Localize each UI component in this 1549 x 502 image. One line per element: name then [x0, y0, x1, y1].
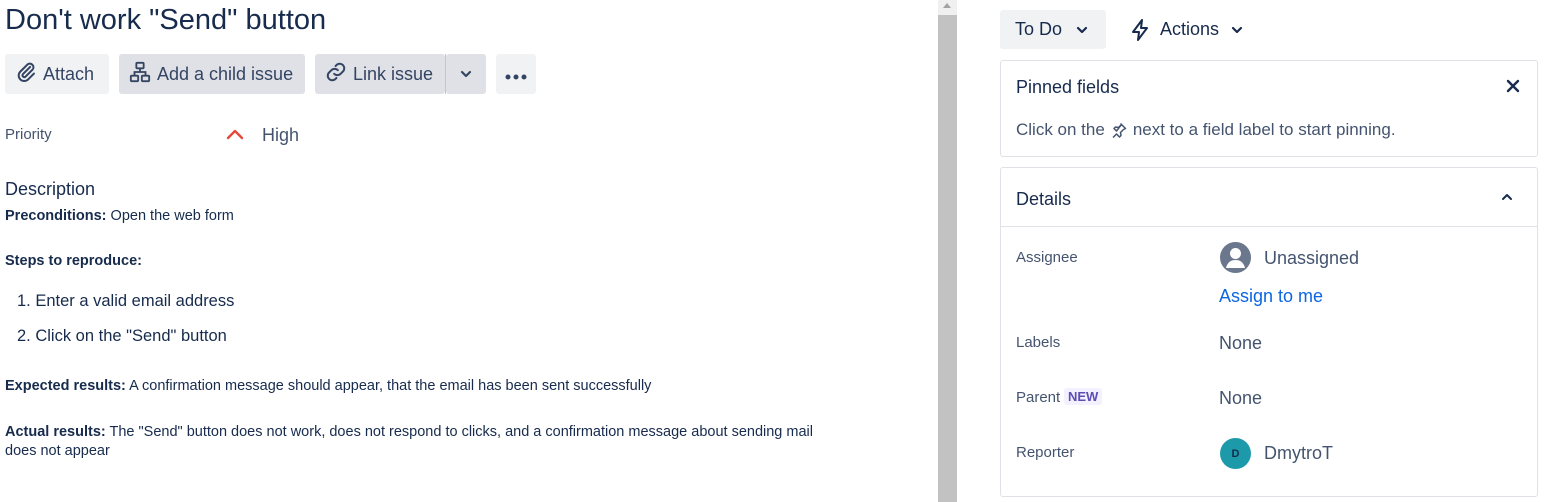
attach-button[interactable]: Attach	[5, 54, 109, 94]
more-icon	[505, 64, 527, 85]
actual-text: The "Send" button does not work, does no…	[105, 424, 814, 440]
description-heading: Description	[5, 179, 96, 199]
chevron-down-icon	[1076, 24, 1088, 36]
issue-title[interactable]: Don't work "Send" button	[5, 4, 326, 37]
chevron-down-icon	[460, 64, 472, 85]
actual-label: Actual results:	[5, 424, 106, 440]
expected-label: Expected results:	[5, 378, 126, 394]
pinned-fields-panel: Pinned fields Click on the next to a fie…	[1000, 60, 1538, 157]
issue-main-panel: Don't work "Send" button Attach Add a ch…	[0, 0, 938, 502]
add-child-issue-button[interactable]: Add a child issue	[119, 54, 305, 94]
actual-results-line-2: does not appear	[5, 443, 110, 459]
chevron-up-icon[interactable]	[1501, 192, 1513, 202]
priority-high-icon	[226, 127, 244, 145]
reporter-label: Reporter	[1016, 444, 1075, 461]
assign-to-me-link[interactable]: Assign to me	[1219, 286, 1323, 307]
hierarchy-icon	[129, 61, 151, 88]
close-icon[interactable]	[1506, 79, 1520, 93]
new-badge: NEW	[1064, 388, 1103, 405]
pinned-fields-hint: Click on the next to a field label to st…	[1016, 120, 1396, 140]
lightning-icon	[1130, 18, 1150, 41]
preconditions-text: Open the web form	[106, 208, 234, 224]
expected-results-line: Expected results: A confirmation message…	[5, 378, 651, 394]
steps-heading-text: Steps to reproduce:	[5, 253, 142, 269]
parent-value[interactable]: None	[1219, 388, 1262, 409]
pin-icon	[1111, 122, 1127, 138]
link-issue-label: Link issue	[353, 63, 434, 84]
unassigned-avatar-icon	[1220, 242, 1251, 273]
steps-heading: Steps to reproduce:	[5, 253, 142, 269]
scrollbar[interactable]	[938, 0, 957, 502]
chevron-down-icon	[1231, 24, 1243, 36]
pinned-fields-title: Pinned fields	[1016, 77, 1120, 97]
details-title[interactable]: Details	[1016, 189, 1071, 210]
labels-label: Labels	[1016, 334, 1061, 351]
paperclip-icon	[15, 61, 37, 88]
pin-hint-after: next to a field label to start pinning.	[1132, 120, 1396, 139]
reporter-initial: D	[1231, 447, 1240, 460]
avatar: D	[1220, 438, 1251, 469]
attach-label: Attach	[43, 63, 95, 84]
list-item: 2. Click on the "Send" button	[17, 327, 227, 345]
priority-label: Priority	[5, 126, 52, 143]
status-dropdown-button[interactable]: To Do	[1000, 10, 1106, 49]
link-issue-dropdown-button[interactable]	[446, 54, 486, 94]
expected-text: A confirmation message should appear, th…	[125, 378, 652, 394]
assignee-label: Assignee	[1016, 249, 1078, 266]
scrollbar-thumb[interactable]	[938, 15, 957, 502]
parent-label: Parent	[1016, 389, 1061, 406]
add-child-issue-label: Add a child issue	[157, 63, 294, 84]
link-icon	[325, 61, 347, 88]
more-actions-button[interactable]	[496, 54, 536, 94]
scroll-up-arrow-icon[interactable]	[943, 3, 951, 8]
actual-results-line: Actual results: The "Send" button does n…	[5, 424, 813, 440]
status-label: To Do	[1015, 19, 1063, 39]
actions-dropdown-button[interactable]: Actions	[1120, 10, 1243, 49]
details-divider	[1001, 226, 1537, 227]
labels-value[interactable]: None	[1219, 333, 1262, 354]
preconditions-line[interactable]: Preconditions: Open the web form	[5, 208, 234, 224]
list-item: 1. Enter a valid email address	[17, 292, 235, 310]
preconditions-label: Preconditions:	[5, 208, 107, 224]
details-panel: Details Assignee Unassigned Assign to me…	[1000, 167, 1538, 497]
pin-hint-before: Click on the	[1016, 120, 1105, 139]
priority-value[interactable]: High	[262, 125, 299, 146]
issue-sidebar: To Do Actions Pinned fields Click on the…	[957, 0, 1549, 502]
reporter-value[interactable]: DmytroT	[1264, 443, 1333, 464]
assignee-value[interactable]: Unassigned	[1264, 248, 1359, 269]
actions-label: Actions	[1160, 19, 1220, 39]
link-issue-button[interactable]: Link issue	[315, 54, 445, 94]
